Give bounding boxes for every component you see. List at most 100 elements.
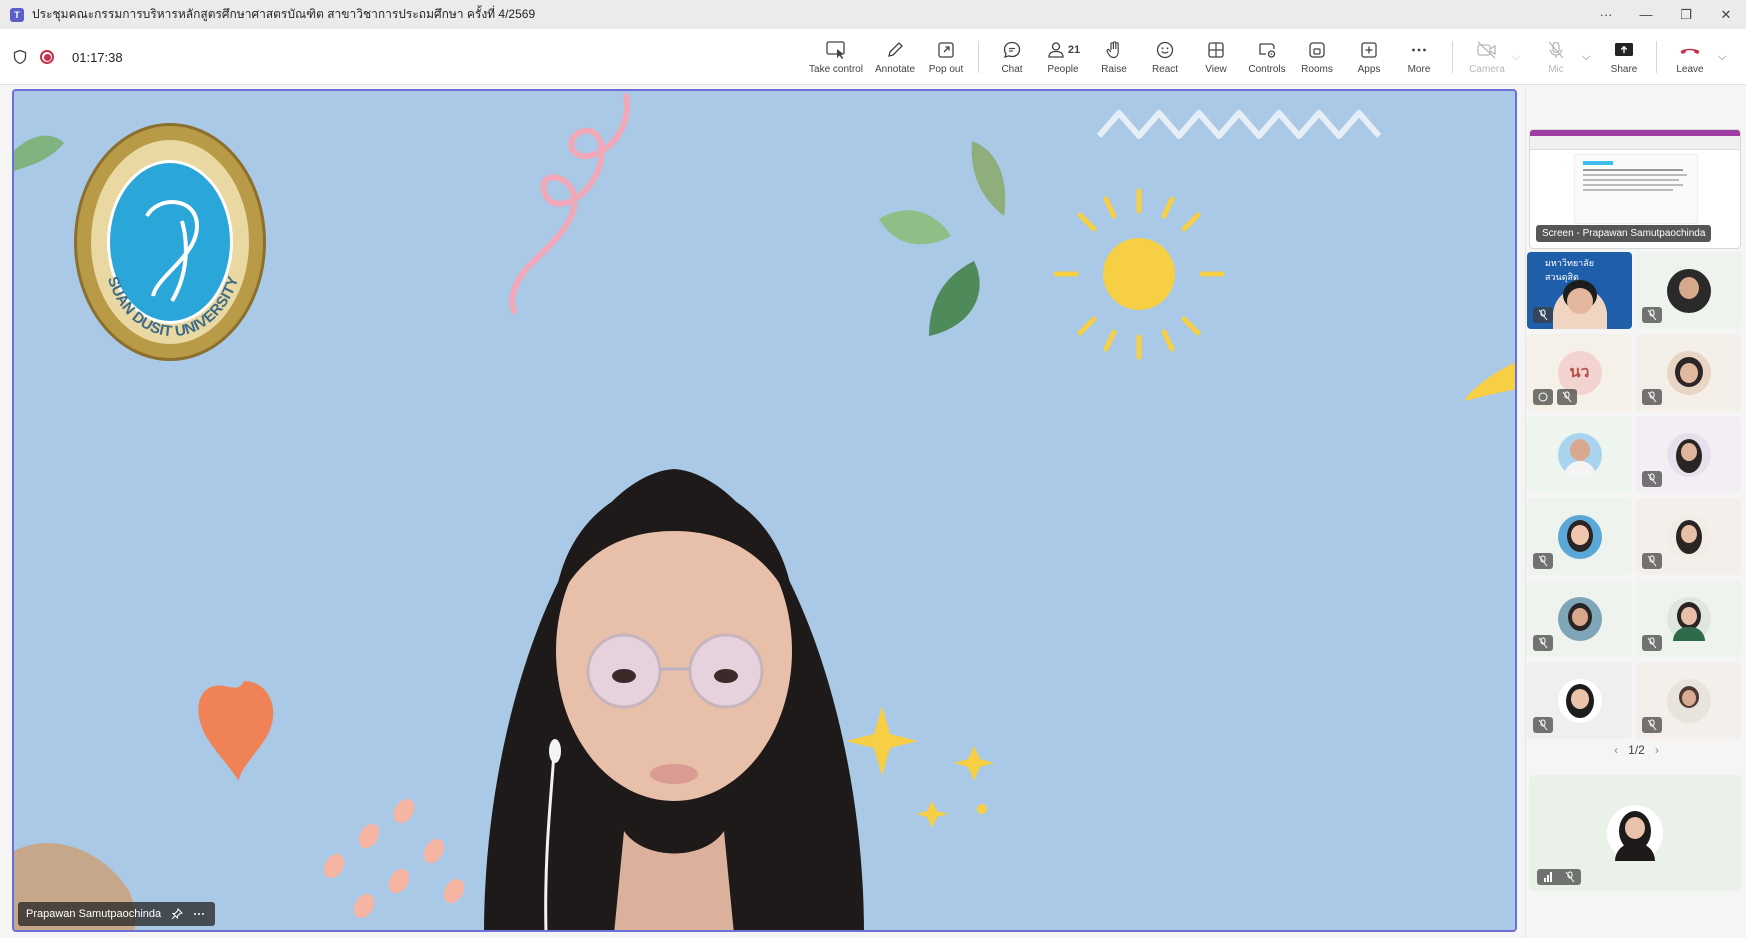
pop-out-label: Pop out [928,64,964,75]
mic-muted-icon [1642,389,1662,405]
people-icon [1048,42,1064,58]
avatar [1666,678,1711,723]
avatar [1607,805,1663,861]
more-label: More [1407,64,1431,75]
pin-icon[interactable] [171,908,184,920]
people-button[interactable]: 21 People [1042,29,1084,85]
participant-tile[interactable] [1636,662,1741,739]
participant-tile[interactable] [1636,334,1741,411]
svg-text:SUAN DUSIT UNIVERSITY: SUAN DUSIT UNIVERSITY [104,274,242,340]
chat-icon [1003,41,1021,58]
mic-muted-icon [1642,635,1662,651]
share-button[interactable]: Share [1608,29,1640,85]
speaker-name-tag[interactable]: Prapawan Samutpaochinda [18,902,216,926]
pop-out-icon [938,42,954,58]
window-controls: ··· — ❐ ✕ [1586,0,1746,29]
participant-tile[interactable] [1636,252,1741,329]
react-label: React [1151,64,1179,75]
mic-muted-icon [1642,717,1662,733]
view-label: View [1205,64,1227,75]
controls-icon [1259,43,1276,58]
annotate-button[interactable]: Annotate [870,29,920,85]
more-button[interactable]: More [1403,29,1435,85]
camera-off-icon [1477,41,1496,59]
participant-tile[interactable] [1527,498,1632,575]
leave-button[interactable]: Leave [1672,29,1708,85]
take-control-icon [826,41,845,59]
next-page-chevron-icon[interactable]: › [1655,743,1659,757]
participant-tile[interactable] [1527,416,1632,493]
avatar [1666,350,1711,395]
chat-button[interactable]: Chat [996,29,1028,85]
self-view-tile[interactable] [1529,775,1741,891]
participant-tile[interactable] [1636,580,1741,657]
grid-view-icon [1208,42,1224,58]
pop-out-button[interactable]: Pop out [925,29,967,85]
mic-options-chevron-icon[interactable]: ⌵ [1582,51,1590,64]
close-button[interactable]: ✕ [1706,0,1746,29]
hang-up-icon [1680,48,1700,54]
minimize-button[interactable]: — [1626,0,1666,29]
raise-hand-button[interactable]: Raise [1098,29,1130,85]
more-options-icon[interactable] [193,908,205,920]
more-icon [1412,48,1426,52]
main-video-stage[interactable]: SUAN DUSIT UNIVERSITY Prapawan Samutpaoc… [12,89,1517,932]
teams-icon: T [10,7,24,22]
raise-label: Raise [1101,64,1127,75]
mic-muted-icon [1533,553,1553,569]
participant-tile[interactable] [1527,580,1632,657]
take-control-label: Take control [809,64,863,75]
toolbar-divider [978,41,979,73]
leave-options-chevron-icon[interactable]: ⌵ [1718,51,1726,64]
participant-tile[interactable]: นว [1527,334,1632,411]
participant-tile[interactable] [1527,662,1632,739]
avatar [1666,432,1711,477]
add-apps-icon [1361,42,1377,58]
title-bar: T ประชุมคณะกรรมการบริหารหลักสูตรศึกษาศาส… [0,0,1746,29]
avatar [1666,514,1711,559]
mic-muted-icon [1642,471,1662,487]
camera-options-chevron-icon[interactable]: ⌵ [1512,51,1520,64]
mic-muted-icon [1533,717,1553,733]
controls-button[interactable]: Controls [1246,29,1288,85]
participant-tile[interactable]: มหาวิทยาลัยสวนดุสิต [1527,252,1632,329]
mic-label: Mic [1548,64,1564,75]
meeting-toolbar: 01:17:38 Take control Annotate Pop out C… [0,29,1746,85]
mic-muted-icon [1557,389,1577,405]
share-preview-ribbon [1530,136,1740,150]
react-button[interactable]: React [1149,29,1181,85]
screen-share-tile[interactable]: Screen - Prapawan Samutpaochinda [1529,129,1741,249]
screen-share-label: Screen - Prapawan Samutpaochinda [1536,225,1712,242]
share-label: Share [1610,64,1638,75]
window-more-button[interactable]: ··· [1586,0,1626,29]
apps-button[interactable]: Apps [1353,29,1385,85]
participant-tile[interactable] [1636,498,1741,575]
university-logo: SUAN DUSIT UNIVERSITY [74,123,266,361]
people-count: 21 [1067,44,1081,56]
mic-off-icon [1548,41,1564,59]
avatar-initials: นว [1557,350,1602,395]
apps-label: Apps [1357,64,1381,75]
participant-tile[interactable] [1636,416,1741,493]
gallery-pager: ‹ 1/2 › [1526,743,1746,757]
mic-button[interactable]: Mic [1544,29,1568,85]
rooms-button[interactable]: Rooms [1297,29,1337,85]
meeting-timer: 01:17:38 [72,49,123,65]
page-indicator: 1/2 [1628,743,1645,757]
mic-muted-icon [1533,635,1553,651]
view-button[interactable]: View [1200,29,1232,85]
take-control-button[interactable]: Take control [808,29,864,85]
participant-gallery: Screen - Prapawan Samutpaochinda มหาวิทย… [1525,89,1746,938]
camera-label: Camera [1469,64,1505,75]
shield-icon[interactable] [12,49,28,65]
avatar [1557,432,1602,477]
recording-icon [40,50,54,64]
logo-ring-text: SUAN DUSIT UNIVERSITY [104,274,242,340]
tile-banner-text: มหาวิทยาลัยสวนดุสิต [1545,258,1595,282]
avatar [1666,268,1711,313]
mic-muted-icon [1565,871,1575,883]
camera-button[interactable]: Camera [1468,29,1506,85]
leave-label: Leave [1676,64,1704,75]
restore-button[interactable]: ❐ [1666,0,1706,29]
prev-page-chevron-icon[interactable]: ‹ [1614,743,1618,757]
